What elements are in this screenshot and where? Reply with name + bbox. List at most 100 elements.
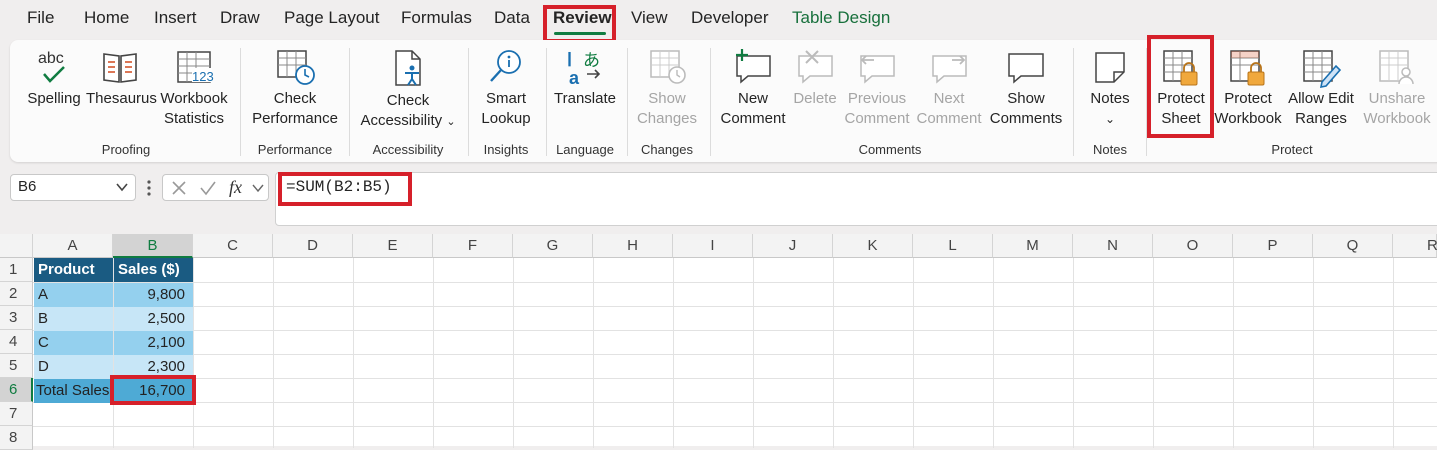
more-options-icon[interactable] xyxy=(146,180,152,196)
table-cell[interactable]: A xyxy=(34,283,113,307)
notes-label: Notes ⌄ xyxy=(1080,89,1140,129)
column-header[interactable]: Q xyxy=(1313,234,1393,258)
column-header[interactable]: I xyxy=(673,234,753,258)
column-header[interactable]: E xyxy=(353,234,433,258)
column-header[interactable]: G xyxy=(513,234,593,258)
column-header[interactable]: A xyxy=(33,234,113,258)
translate-button[interactable]: ا あ a Translate xyxy=(550,40,620,140)
column-header[interactable]: L xyxy=(913,234,993,258)
delete-comment-button[interactable]: Delete xyxy=(790,40,840,140)
table-header-cell[interactable]: Product xyxy=(34,258,113,282)
row-header[interactable]: 6 xyxy=(0,378,33,402)
table-cell[interactable]: C xyxy=(34,331,113,355)
column-header[interactable]: J xyxy=(753,234,833,258)
column-header[interactable]: M xyxy=(993,234,1073,258)
previous-comment-label-line2: Comment xyxy=(844,110,910,127)
table-header-cell[interactable]: Sales ($) xyxy=(114,258,193,282)
tab-developer[interactable]: Developer xyxy=(691,8,769,28)
new-comment-button[interactable]: New Comment xyxy=(716,40,790,140)
column-header[interactable]: C xyxy=(193,234,273,258)
tab-insert[interactable]: Insert xyxy=(154,8,197,28)
row-header[interactable]: 8 xyxy=(0,426,33,450)
show-changes-button[interactable]: Show Changes xyxy=(632,40,702,140)
tab-table-design[interactable]: Table Design xyxy=(792,8,890,28)
gridline xyxy=(1153,258,1154,448)
row-header[interactable]: 5 xyxy=(0,354,33,378)
column-header[interactable]: B xyxy=(113,234,193,258)
menu-bar: File Home Insert Draw Page Layout Formul… xyxy=(0,0,1437,40)
new-comment-label-line2: Comment xyxy=(720,110,786,127)
column-header[interactable]: N xyxy=(1073,234,1153,258)
total-value-cell[interactable]: 16,700 xyxy=(114,379,193,403)
table-cell[interactable]: 9,800 xyxy=(114,283,193,307)
row-header[interactable]: 4 xyxy=(0,330,33,354)
insert-function-icon[interactable]: fx xyxy=(229,177,242,198)
show-comments-button[interactable]: Show Comments xyxy=(986,40,1066,140)
tab-view[interactable]: View xyxy=(631,8,668,28)
allow-edit-ranges-button[interactable]: Allow Edit Ranges xyxy=(1284,40,1358,140)
protect-workbook-button[interactable]: Protect Workbook xyxy=(1214,40,1282,140)
notes-button[interactable]: Notes ⌄ xyxy=(1080,40,1140,140)
smart-lookup-label-line2: Lookup xyxy=(481,110,531,127)
unshare-workbook-button[interactable]: Unshare Workbook xyxy=(1360,40,1434,140)
table-cell[interactable]: 2,300 xyxy=(114,355,193,379)
group-label-changes: Changes xyxy=(640,142,694,157)
group-separator xyxy=(1073,48,1074,156)
new-comment-label: New Comment xyxy=(716,89,790,129)
column-header[interactable]: P xyxy=(1233,234,1313,258)
smart-lookup-button[interactable]: Smart Lookup xyxy=(474,40,538,140)
tab-draw[interactable]: Draw xyxy=(220,8,260,28)
protect-workbook-label-line2: Workbook xyxy=(1214,110,1282,127)
column-header[interactable]: R xyxy=(1393,234,1437,258)
formula-input[interactable]: =SUM(B2:B5) xyxy=(275,172,1437,226)
row-header[interactable]: 7 xyxy=(0,402,33,426)
tab-page-layout[interactable]: Page Layout xyxy=(284,8,379,28)
show-comments-label: Show Comments xyxy=(986,89,1066,129)
gridline xyxy=(1393,258,1394,448)
check-accessibility-button[interactable]: Check Accessibility ⌄ xyxy=(356,40,460,140)
group-separator xyxy=(240,48,241,156)
delete-comment-icon xyxy=(798,50,833,84)
next-comment-button[interactable]: Next Comment xyxy=(914,40,984,140)
table-cell[interactable]: D xyxy=(34,355,113,379)
ribbon: abc Spelling Thesaurus 123 Workbook Stati… xyxy=(10,40,1437,162)
column-header[interactable]: D xyxy=(273,234,353,258)
notes-label-line1: Notes xyxy=(1090,90,1130,107)
formula-controls: fx xyxy=(162,174,269,201)
table-cell[interactable]: 2,500 xyxy=(114,307,193,331)
row-header[interactable]: 3 xyxy=(0,306,33,330)
enter-check-icon[interactable] xyxy=(199,180,217,196)
translate-icon: ا あ a xyxy=(567,50,601,86)
chevron-down-icon[interactable] xyxy=(252,183,264,193)
translate-label: Translate xyxy=(554,90,616,107)
worksheet-grid[interactable]: A B C D E F G H I J K L M N O P Q R 1 2 … xyxy=(0,234,1437,450)
allow-edit-ranges-label-line2: Ranges xyxy=(1295,110,1347,127)
table-cell[interactable]: 2,100 xyxy=(114,331,193,355)
spelling-button[interactable]: abc Spelling xyxy=(22,40,86,140)
tab-review[interactable]: Review xyxy=(553,8,612,28)
row-header[interactable]: 1 xyxy=(0,258,33,282)
new-comment-label-line1: New xyxy=(737,90,768,107)
check-performance-button[interactable]: Check Performance xyxy=(248,40,342,140)
tab-data[interactable]: Data xyxy=(494,8,530,28)
protect-sheet-label-line1: Protect xyxy=(1157,90,1205,107)
thesaurus-button[interactable]: Thesaurus xyxy=(86,40,157,140)
column-header[interactable]: K xyxy=(833,234,913,258)
select-all-corner[interactable] xyxy=(0,234,33,258)
column-header[interactable]: O xyxy=(1153,234,1233,258)
check-performance-label: Check Performance xyxy=(248,89,342,129)
workbook-statistics-button[interactable]: 123 Workbook Statistics xyxy=(156,40,232,140)
row-header[interactable]: 2 xyxy=(0,282,33,306)
total-label-cell[interactable]: Total Sales xyxy=(34,379,113,403)
tab-home[interactable]: Home xyxy=(84,8,129,28)
name-box[interactable]: B6 xyxy=(10,174,136,201)
cancel-icon[interactable] xyxy=(171,180,187,196)
protect-sheet-button[interactable]: Protect Sheet xyxy=(1150,40,1212,140)
column-header[interactable]: H xyxy=(593,234,673,258)
previous-comment-icon xyxy=(860,55,895,84)
tab-formulas[interactable]: Formulas xyxy=(401,8,472,28)
table-cell[interactable]: B xyxy=(34,307,113,331)
previous-comment-button[interactable]: Previous Comment xyxy=(842,40,912,140)
column-header[interactable]: F xyxy=(433,234,513,258)
tab-file[interactable]: File xyxy=(27,8,54,28)
